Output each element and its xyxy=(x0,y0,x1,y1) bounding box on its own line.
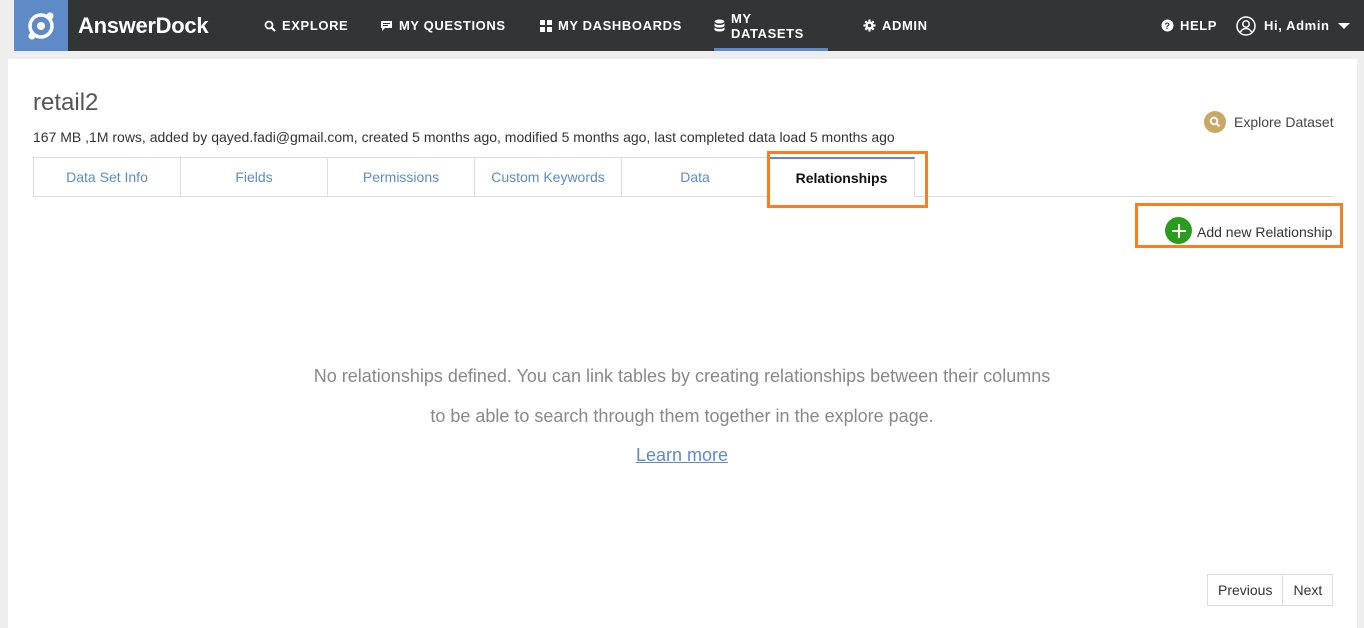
tab-data[interactable]: Data xyxy=(621,157,769,197)
add-new-relationship-label: Add new Relationship xyxy=(1197,223,1333,240)
user-greeting: Hi, Admin xyxy=(1264,18,1330,33)
nav-explore[interactable]: EXPLORE xyxy=(264,0,348,51)
brand-name[interactable]: AnswerDock xyxy=(78,13,209,39)
dataset-title: retail2 xyxy=(33,89,99,116)
top-navbar: AnswerDock EXPLORE MY QUESTIONS MY DASHB… xyxy=(14,0,1364,51)
user-menu[interactable]: Hi, Admin xyxy=(1236,0,1350,51)
search-icon xyxy=(1204,111,1226,133)
empty-state-line-1: No relationships defined. You can link t… xyxy=(313,366,1051,386)
add-new-relationship-button[interactable]: Add new Relationship xyxy=(1165,217,1332,244)
tab-data-set-info[interactable]: Data Set Info xyxy=(33,157,181,197)
next-page-button[interactable]: Next xyxy=(1283,574,1334,606)
nav-my-questions[interactable]: MY QUESTIONS xyxy=(380,0,506,51)
previous-page-button[interactable]: Previous xyxy=(1207,574,1284,606)
gear-icon xyxy=(863,19,876,32)
explore-dataset-label: Explore Dataset xyxy=(1234,114,1334,130)
nav-help-label: HELP xyxy=(1180,18,1218,33)
nav-admin-label: ADMIN xyxy=(882,18,928,33)
plus-icon xyxy=(1165,217,1192,244)
nav-help[interactable]: ? HELP xyxy=(1161,0,1217,51)
pagination: Previous Next xyxy=(1207,574,1334,606)
nav-admin[interactable]: ADMIN xyxy=(863,0,928,51)
user-avatar-icon xyxy=(1236,15,1256,36)
empty-state-line-2: to be able to search through them togeth… xyxy=(430,406,934,426)
nav-my-dashboards[interactable]: MY DASHBOARDS xyxy=(540,0,682,51)
answerdock-logo-icon[interactable] xyxy=(14,0,68,51)
nav-explore-label: EXPLORE xyxy=(282,18,349,33)
chevron-down-icon xyxy=(1337,22,1350,29)
learn-more-container: Learn more xyxy=(0,445,1364,466)
explore-dataset-link[interactable]: Explore Dataset xyxy=(1204,111,1334,133)
dashboard-icon xyxy=(540,19,552,32)
nav-my-dashboards-label: MY DASHBOARDS xyxy=(558,18,682,33)
tab-relationships[interactable]: Relationships xyxy=(768,157,915,197)
nav-my-datasets[interactable]: MY DATASETS xyxy=(714,0,828,51)
dataset-meta: 167 MB ,1M rows, added by qayed.fadi@gma… xyxy=(33,129,895,145)
search-icon xyxy=(264,20,276,32)
tab-permissions[interactable]: Permissions xyxy=(327,157,475,197)
comment-icon xyxy=(381,20,392,31)
nav-my-questions-label: MY QUESTIONS xyxy=(399,18,506,33)
learn-more-link[interactable]: Learn more xyxy=(636,445,728,465)
tab-custom-keywords[interactable]: Custom Keywords xyxy=(474,157,622,197)
tab-fields[interactable]: Fields xyxy=(180,157,328,197)
help-icon: ? xyxy=(1161,19,1174,32)
nav-my-datasets-label: MY DATASETS xyxy=(731,10,804,41)
svg-text:?: ? xyxy=(1164,21,1170,31)
database-icon xyxy=(714,19,725,32)
